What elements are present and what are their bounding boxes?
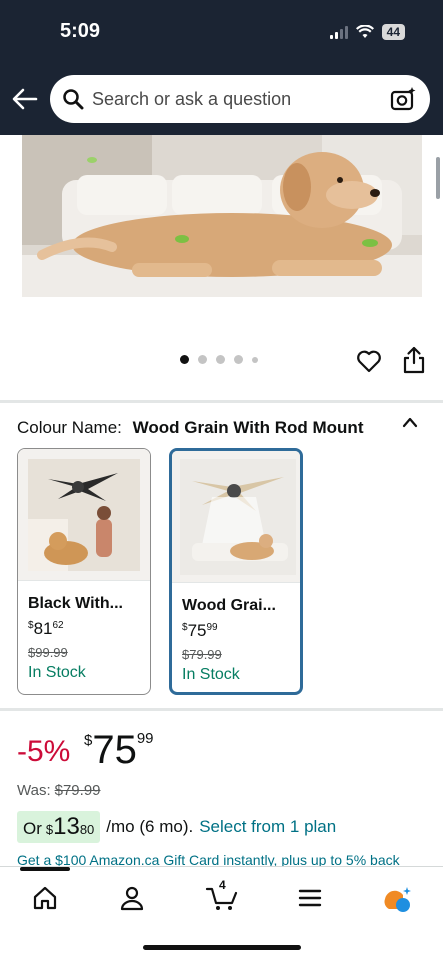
carousel-dot[interactable] [234,355,243,364]
home-icon[interactable] [32,885,58,911]
image-carousel-dots[interactable] [180,355,258,364]
variant-price: $7599 [182,621,218,640]
account-icon[interactable] [119,885,145,911]
variant-option-black[interactable]: Black With... $8162 $99.99 In Stock [17,448,151,695]
cellular-signal-icon [329,25,348,39]
carousel-dot[interactable] [198,355,207,364]
colour-value: Wood Grain With Rod Mount [132,418,364,437]
monthly-plan-row: Or $13 80 /mo (6 mo). Select from 1 plan [17,811,336,843]
was-price: Was: $79.99 [17,782,101,799]
variant-thumbnail [172,451,300,583]
select-plan-link[interactable]: Select from 1 plan [199,817,336,837]
variant-name: Black With... [28,595,123,612]
carousel-dot[interactable] [216,355,225,364]
home-indicator [143,945,301,950]
top-header: 5:09 44 Search or ask a question [0,0,443,135]
section-divider [0,708,443,711]
variant-option-wood-grain[interactable]: Wood Grai... $7599 $79.99 In Stock [169,448,303,695]
chevron-up-icon[interactable] [402,416,418,428]
heart-icon[interactable] [356,348,382,374]
active-tab-indicator [20,867,70,871]
colour-selector-header[interactable]: Colour Name: Wood Grain With Rod Mount [17,418,427,438]
colour-label: Colour Name: [17,418,122,437]
variant-price: $8162 [28,619,64,638]
menu-icon[interactable] [297,885,323,911]
status-icons: 44 [329,24,405,40]
status-time: 5:09 [60,20,101,42]
wifi-icon [355,25,374,38]
search-icon [63,89,84,110]
search-input[interactable]: Search or ask a question [92,89,390,110]
discount-percent: -5% [17,735,71,768]
variant-stock-status: In Stock [182,666,240,683]
ceiling-fan-wood-image [180,459,296,575]
camera-search-icon[interactable] [390,86,416,112]
variant-stock-status: In Stock [28,664,86,681]
section-divider [0,400,443,403]
back-arrow-icon[interactable] [12,86,38,112]
monthly-price-badge: Or $13 80 [17,811,101,843]
variant-was-price: $99.99 [28,645,68,660]
search-bar[interactable]: Search or ask a question [50,75,430,123]
share-icon[interactable] [402,346,426,374]
rufus-icon[interactable] [383,885,413,915]
variant-thumbnail [18,449,150,581]
variant-name: Wood Grai... [182,597,276,614]
cart-count-badge: 4 [219,878,226,892]
dog-on-floor-illustration [22,135,422,297]
page-scrollbar[interactable] [436,157,440,199]
current-price: $7599 [84,728,154,772]
variant-was-price: $79.99 [182,647,222,662]
carousel-dot[interactable] [252,356,258,363]
battery-indicator: 44 [381,24,405,40]
ceiling-fan-black-image [28,459,140,571]
product-image[interactable] [22,135,422,297]
plan-rate: /mo (6 mo). [106,817,194,836]
carousel-dot[interactable] [180,355,189,364]
